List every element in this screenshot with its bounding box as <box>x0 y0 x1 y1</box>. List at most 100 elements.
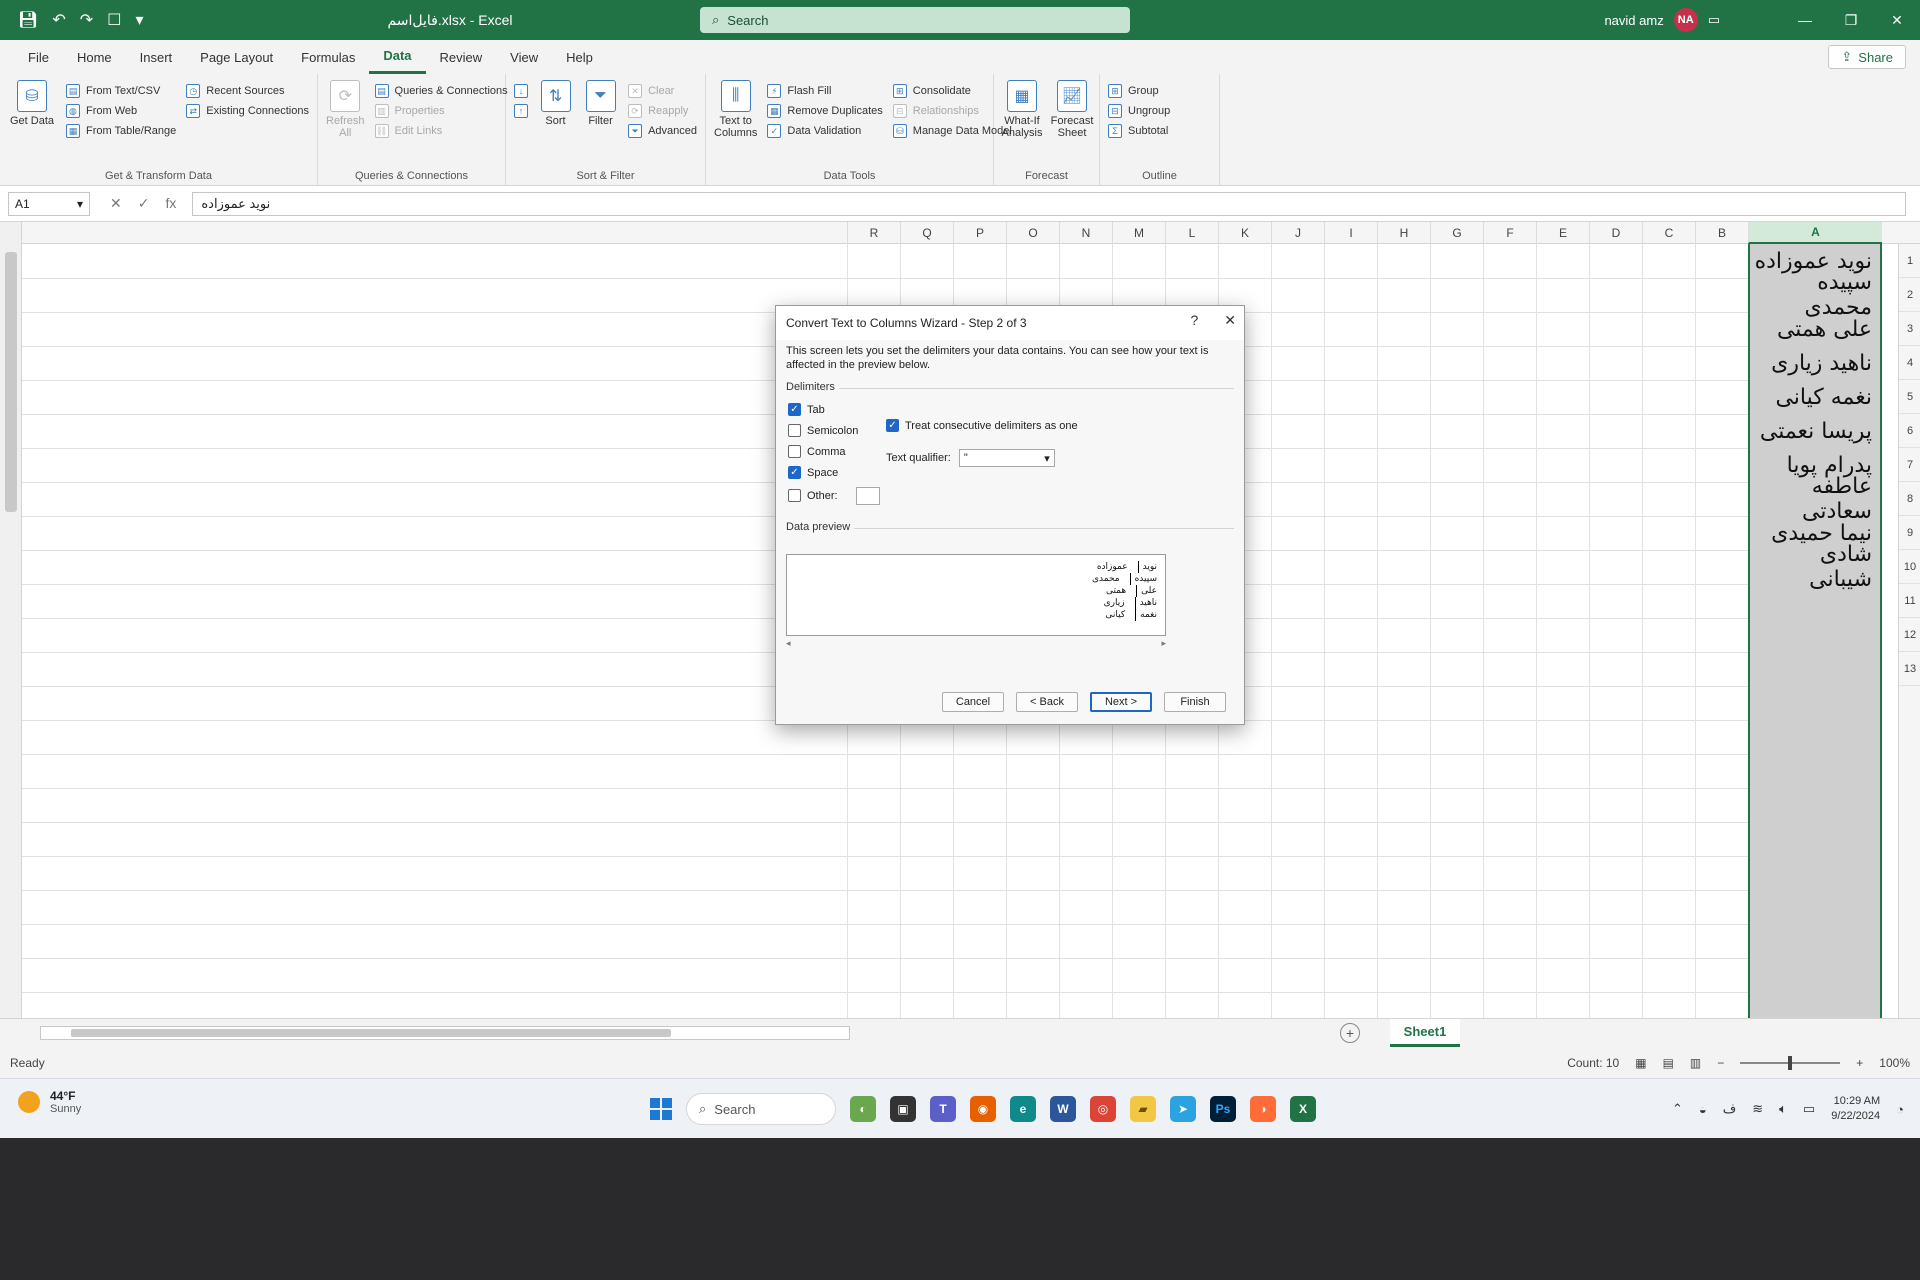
name-box[interactable]: A1 ▾ <box>8 191 90 216</box>
column-header[interactable]: J <box>1271 222 1324 244</box>
column-header[interactable]: K <box>1218 222 1271 244</box>
flash-fill-button[interactable]: ⚡︎ Flash Fill <box>767 84 882 98</box>
clear-button[interactable]: ✕ Clear <box>628 84 697 98</box>
teams-icon[interactable]: T <box>930 1096 956 1122</box>
taskbar-search[interactable]: ⌕ Search <box>686 1093 836 1125</box>
zoom-knob[interactable] <box>1788 1056 1793 1070</box>
sort-az-button[interactable]: ↓ <box>514 84 528 98</box>
remove-duplicates-button[interactable]: ▦ Remove Duplicates <box>767 104 883 118</box>
photoshop-icon[interactable]: Ps <box>1210 1096 1236 1122</box>
search-box[interactable]: ⌕ Search <box>700 7 1130 33</box>
row-header[interactable]: 2 <box>1899 278 1920 312</box>
zoom-out-icon[interactable]: − <box>1717 1056 1724 1070</box>
user-account[interactable]: navid amz NA ▭ <box>1604 0 1720 40</box>
data-preview-box[interactable]: نوید عموزاده سپیده محمدی علی همتی ناهید زیاری نغ… <box>786 554 1166 636</box>
row-header[interactable]: 9 <box>1899 516 1920 550</box>
reapply-button[interactable]: ⟳ Reapply <box>628 104 697 118</box>
cell[interactable]: نغمه کیانی <box>1775 380 1872 414</box>
cell[interactable]: سپیده محمدی <box>1750 270 1872 320</box>
column-header[interactable]: M <box>1112 222 1165 244</box>
tab-data[interactable]: Data <box>369 40 426 74</box>
weather-widget[interactable]: 44°F Sunny <box>18 1089 81 1115</box>
other-delimiter-input[interactable] <box>856 487 880 505</box>
avatar[interactable]: NA <box>1673 8 1698 32</box>
formula-input[interactable]: نوید عموزاده <box>192 191 1906 216</box>
semicolon-checkbox[interactable]: Semicolon <box>788 424 858 437</box>
column-header[interactable]: O <box>1006 222 1059 244</box>
back-button[interactable]: < Back <box>1016 692 1078 712</box>
telegram-icon[interactable]: ➤ <box>1170 1096 1196 1122</box>
column-header[interactable]: N <box>1059 222 1112 244</box>
word-icon[interactable]: W <box>1050 1096 1076 1122</box>
share-button[interactable]: ⇪ Share <box>1828 45 1906 69</box>
scroll-thumb[interactable] <box>5 252 17 512</box>
redo-icon[interactable]: ↷ <box>80 10 93 30</box>
tab-page-layout[interactable]: Page Layout <box>186 40 287 74</box>
zoom-slider[interactable] <box>1740 1056 1841 1070</box>
row-header[interactable]: 7 <box>1899 448 1920 482</box>
cell[interactable]: عاطفه سعادتی <box>1750 474 1872 524</box>
close-icon[interactable]: ✕ <box>1224 312 1236 329</box>
row-header[interactable]: 11 <box>1899 584 1920 618</box>
tab-file[interactable]: File <box>14 40 63 74</box>
ungroup-button[interactable]: ⊟ Ungroup <box>1108 104 1170 118</box>
row-header[interactable]: 13 <box>1899 652 1920 686</box>
consecutive-delimiters-checkbox[interactable]: ✓ Treat consecutive delimiters as one <box>886 419 1078 432</box>
zoom-in-icon[interactable]: + <box>1856 1056 1863 1070</box>
subtotal-button[interactable]: Σ Subtotal <box>1108 124 1170 138</box>
restore-button[interactable]: ❐ <box>1828 0 1874 40</box>
row-header[interactable]: 10 <box>1899 550 1920 584</box>
existing-connections-button[interactable]: ⇄ Existing Connections <box>186 104 309 118</box>
firefox-icon[interactable]: ◉ <box>970 1096 996 1122</box>
undo-icon[interactable]: ↶ <box>52 10 65 30</box>
column-header[interactable]: Q <box>900 222 953 244</box>
row-header[interactable]: 3 <box>1899 312 1920 346</box>
tab-review[interactable]: Review <box>426 40 497 74</box>
cell[interactable]: شادی شیبانی <box>1750 542 1872 592</box>
tab-help[interactable]: Help <box>552 40 607 74</box>
row-header[interactable]: 5 <box>1899 380 1920 414</box>
windows-start-icon[interactable] <box>650 1098 672 1120</box>
edge-icon[interactable]: e <box>1010 1096 1036 1122</box>
column-header[interactable]: A <box>1748 222 1882 244</box>
page-layout-view-icon[interactable]: ▤ <box>1663 1056 1674 1070</box>
ribbon-display-icon[interactable]: ▭ <box>1708 12 1720 28</box>
horizontal-scrollbar[interactable] <box>40 1026 850 1040</box>
next-button[interactable]: Next > <box>1090 692 1152 712</box>
tab-checkbox[interactable]: ✓ Tab <box>788 403 825 416</box>
tab-view[interactable]: View <box>496 40 552 74</box>
app-icon[interactable]: ◑ <box>1250 1096 1276 1122</box>
column-header[interactable]: B <box>1695 222 1748 244</box>
normal-view-icon[interactable]: ▦ <box>1635 1056 1646 1070</box>
tab-formulas[interactable]: Formulas <box>287 40 369 74</box>
enter-icon[interactable]: ✓ <box>138 195 150 212</box>
data-validation-button[interactable]: ✓ Data Validation <box>767 124 882 138</box>
column-header[interactable]: C <box>1642 222 1695 244</box>
recent-sources-button[interactable]: ◷ Recent Sources <box>186 84 309 98</box>
close-button[interactable]: ✕ <box>1874 0 1920 40</box>
volume-icon[interactable]: 🔈︎ <box>1779 1101 1787 1117</box>
column-header[interactable]: L <box>1165 222 1218 244</box>
selected-column-a[interactable]: نوید عموزاده سپیده محمدی علی همتی ناهید زیا… <box>1748 244 1882 1018</box>
group-button[interactable]: ⊞ Group <box>1108 84 1170 98</box>
help-icon[interactable]: ? <box>1190 312 1198 329</box>
network-icon[interactable]: ◒ <box>1699 1102 1707 1117</box>
wifi-icon[interactable]: ≋ <box>1752 1101 1763 1117</box>
customize-qat-icon[interactable]: ▾ <box>135 10 143 30</box>
queries-connections-button[interactable]: ▤ Queries & Connections <box>374 84 508 98</box>
chevron-up-icon[interactable]: ⌃ <box>1672 1101 1683 1117</box>
row-header[interactable]: 8 <box>1899 482 1920 516</box>
column-header[interactable]: I <box>1324 222 1377 244</box>
save-icon[interactable]: 💾︎ <box>18 10 38 30</box>
row-header[interactable]: 4 <box>1899 346 1920 380</box>
scroll-thumb[interactable] <box>71 1029 671 1037</box>
sheet-tab[interactable]: Sheet1 <box>1390 1019 1460 1047</box>
add-sheet-button[interactable]: + <box>1340 1023 1360 1043</box>
column-header[interactable]: R <box>847 222 900 244</box>
row-header[interactable]: 1 <box>1899 244 1920 278</box>
cell[interactable]: علی همتی <box>1777 312 1872 346</box>
from-text-csv-button[interactable]: ▤ From Text/CSV <box>65 84 176 98</box>
column-header[interactable]: E <box>1536 222 1589 244</box>
insert-function-icon[interactable]: fx <box>165 195 176 212</box>
column-header[interactable]: F <box>1483 222 1536 244</box>
